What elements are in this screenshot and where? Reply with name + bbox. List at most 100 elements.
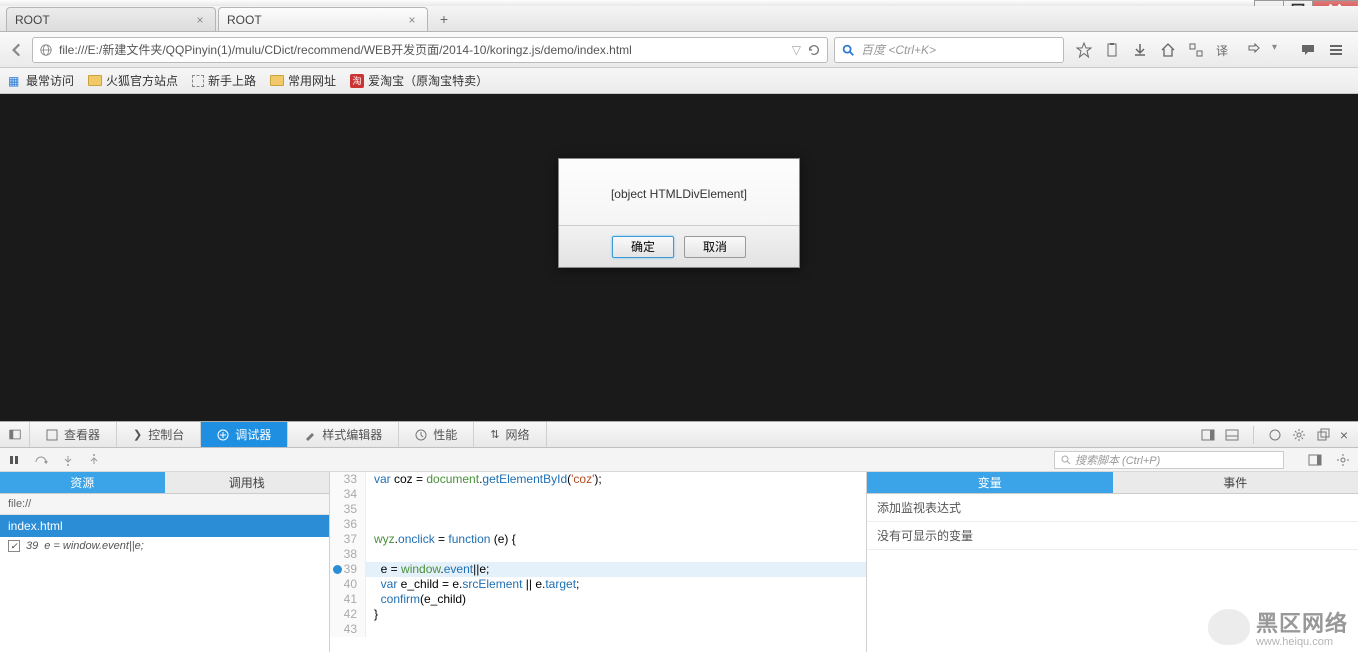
back-icon[interactable] <box>8 41 26 59</box>
code-line[interactable]: 38 <box>330 547 866 562</box>
file-selected[interactable]: index.html <box>0 515 329 537</box>
tab-close-icon[interactable]: × <box>193 13 207 27</box>
screenshot-icon[interactable] <box>1188 42 1204 58</box>
search-icon <box>1061 455 1071 465</box>
bookmark-frequent[interactable]: ▦最常访问 <box>8 72 74 89</box>
download-icon[interactable] <box>1132 42 1148 58</box>
star-icon[interactable] <box>1076 42 1092 58</box>
dialog-message: [object HTMLDivElement] <box>559 159 799 225</box>
clock-icon <box>415 429 427 441</box>
popout-icon[interactable] <box>1316 428 1330 442</box>
search-engine-icon <box>841 43 855 57</box>
tab-title: ROOT <box>227 13 262 27</box>
translate-icon[interactable]: 译 <box>1216 42 1232 58</box>
step-in-icon[interactable] <box>62 454 74 466</box>
ok-button[interactable]: 确定 <box>612 236 674 258</box>
code-line[interactable]: 34 <box>330 487 866 502</box>
script-search[interactable]: 搜索脚本 (Ctrl+P) <box>1054 451 1284 469</box>
pause-icon[interactable] <box>8 454 20 466</box>
code-line[interactable]: 40 var e_child = e.srcElement || e.targe… <box>330 577 866 592</box>
url-bar[interactable]: file:///E:/新建文件夹/QQPinyin(1)/mulu/CDict/… <box>32 37 828 63</box>
tab-console[interactable]: ❯控制台 <box>117 422 201 447</box>
toolbar-icons: 译 ▾ <box>1070 42 1350 58</box>
grid-icon: ▦ <box>8 74 22 88</box>
inspector-icon <box>46 429 58 441</box>
globe-icon <box>39 43 53 57</box>
bookmark-firefox[interactable]: 火狐官方站点 <box>88 72 178 89</box>
close-devtools-icon[interactable]: × <box>1340 427 1348 443</box>
tab-close-icon[interactable]: × <box>405 13 419 27</box>
new-tab-button[interactable]: + <box>434 9 454 29</box>
menu-icon[interactable] <box>1328 42 1344 58</box>
toggle-panel-icon[interactable] <box>1308 453 1322 467</box>
tab-variables[interactable]: 变量 <box>867 472 1113 494</box>
dropdown-icon[interactable]: ▽ <box>792 43 801 57</box>
tab-inspector[interactable]: 查看器 <box>30 422 117 447</box>
dock-icon[interactable] <box>0 422 30 447</box>
separator <box>1253 426 1254 444</box>
tab-sources[interactable]: 资源 <box>0 472 165 494</box>
code-line[interactable]: 33var coz = document.getElementById('coz… <box>330 472 866 487</box>
bp-expr: e = window.event||e; <box>44 540 144 552</box>
reload-icon[interactable] <box>807 43 821 57</box>
bp-line: 39 <box>26 540 38 552</box>
clipboard-icon[interactable] <box>1104 42 1120 58</box>
breakpoint-icon[interactable] <box>333 565 342 574</box>
home-icon[interactable] <box>1160 42 1176 58</box>
style-icon <box>304 429 316 441</box>
bookmark-common[interactable]: 常用网址 <box>270 72 336 89</box>
tab-callstack[interactable]: 调用栈 <box>165 472 330 494</box>
step-over-icon[interactable] <box>34 454 48 466</box>
confirm-dialog: [object HTMLDivElement] 确定 取消 <box>558 158 800 268</box>
split-icon[interactable] <box>1225 428 1239 442</box>
dialog-buttons: 确定 取消 <box>559 225 799 267</box>
add-watch[interactable]: 添加监视表达式 <box>867 494 1358 522</box>
bookmarks-bar: ▦最常访问 火狐官方站点 新手上路 常用网址 淘爱淘宝（原淘宝特卖） <box>0 68 1358 94</box>
devtools: 查看器 ❯控制台 调试器 样式编辑器 性能 ⇅网络 × 搜索脚本 (Ctrl+P… <box>0 421 1358 652</box>
code-line[interactable]: 43 <box>330 622 866 637</box>
browser-tab-active[interactable]: ROOT × <box>218 7 428 31</box>
folder-icon <box>88 75 102 86</box>
debugger-icon <box>217 429 229 441</box>
file-host: file:// <box>0 494 329 515</box>
bookmark-novice[interactable]: 新手上路 <box>192 72 256 89</box>
taobao-icon: 淘 <box>350 74 364 88</box>
nav-bar: file:///E:/新建文件夹/QQPinyin(1)/mulu/CDict/… <box>0 32 1358 68</box>
tab-network[interactable]: ⇅网络 <box>474 422 546 447</box>
bookmark-taobao[interactable]: 淘爱淘宝（原淘宝特卖） <box>350 72 488 89</box>
folder-icon <box>270 75 284 86</box>
code-line[interactable]: 35 <box>330 502 866 517</box>
tab-style-editor[interactable]: 样式编辑器 <box>288 422 399 447</box>
panel-icon[interactable] <box>1201 428 1215 442</box>
tab-events[interactable]: 事件 <box>1113 472 1358 494</box>
comment-icon[interactable] <box>1300 42 1316 58</box>
debugger-body: 资源 调用栈 file:// index.html ✓ 39 e = windo… <box>0 472 1358 652</box>
console-icon: ❯ <box>133 428 142 441</box>
gear-icon[interactable] <box>1292 428 1306 442</box>
search-placeholder: 百度 <Ctrl+K> <box>861 41 936 58</box>
cancel-button[interactable]: 取消 <box>684 236 746 258</box>
tab-title: ROOT <box>15 13 50 27</box>
chevron-down-icon[interactable]: ▾ <box>1272 42 1288 58</box>
code-line[interactable]: 39 e = window.event||e; <box>330 562 866 577</box>
code-line[interactable]: 42} <box>330 607 866 622</box>
sources-pane: 资源 调用栈 file:// index.html ✓ 39 e = windo… <box>0 472 330 652</box>
no-vars: 没有可显示的变量 <box>867 522 1358 550</box>
code-line[interactable]: 41 confirm(e_child) <box>330 592 866 607</box>
checkbox-icon[interactable]: ✓ <box>8 540 20 552</box>
url-text: file:///E:/新建文件夹/QQPinyin(1)/mulu/CDict/… <box>59 41 786 58</box>
browser-tab[interactable]: ROOT × <box>6 7 216 31</box>
code-editor[interactable]: 33var coz = document.getElementById('coz… <box>330 472 866 652</box>
search-bar[interactable]: 百度 <Ctrl+K> <box>834 37 1064 63</box>
step-out-icon[interactable] <box>88 454 100 466</box>
debugger-gear-icon[interactable] <box>1336 453 1350 467</box>
options-icon[interactable] <box>1268 428 1282 442</box>
breakpoint-row[interactable]: ✓ 39 e = window.event||e; <box>0 537 329 555</box>
tab-debugger[interactable]: 调试器 <box>201 422 288 447</box>
code-line[interactable]: 36 <box>330 517 866 532</box>
vars-pane: 变量 事件 添加监视表达式 没有可显示的变量 <box>866 472 1358 652</box>
code-line[interactable]: 37wyz.onclick = function (e) { <box>330 532 866 547</box>
devtools-tabs: 查看器 ❯控制台 调试器 样式编辑器 性能 ⇅网络 × <box>0 422 1358 448</box>
tab-performance[interactable]: 性能 <box>399 422 474 447</box>
share-icon[interactable] <box>1244 42 1260 58</box>
